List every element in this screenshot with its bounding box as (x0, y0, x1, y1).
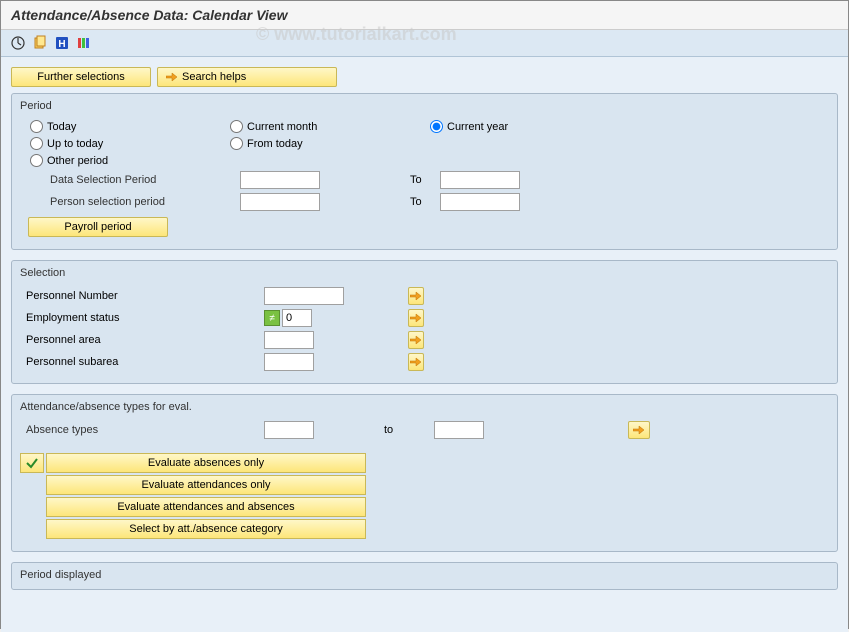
period-displayed-title: Period displayed (20, 567, 829, 583)
period-radio-row-3: Other period (20, 152, 829, 169)
radio-from-today[interactable]: From today (220, 137, 303, 150)
eval-active-check[interactable] (20, 453, 44, 473)
to-label-3: to (314, 424, 434, 436)
employment-status-input[interactable] (282, 309, 312, 327)
payroll-period-label: Payroll period (64, 221, 131, 233)
radio-up-to-today[interactable]: Up to today (20, 137, 103, 150)
arrow-right-icon (410, 335, 422, 345)
absence-types-from-input[interactable] (264, 421, 314, 439)
period-groupbox: Period Today Current month Current year … (11, 93, 838, 250)
radio-current-month[interactable]: Current month (220, 120, 317, 133)
search-helps-label: Search helps (182, 71, 246, 83)
content-area: Further selections Search helps Period T… (1, 57, 848, 632)
color-legend-icon[interactable] (75, 34, 93, 52)
person-selection-to-input[interactable] (440, 193, 520, 211)
personnel-number-row: Personnel Number (20, 285, 829, 307)
evaluate-absences-only-button[interactable]: Evaluate absences only (46, 453, 366, 473)
employment-status-label: Employment status (20, 312, 264, 324)
evaluate-att-and-abs-button[interactable]: Evaluate attendances and absences (46, 497, 366, 517)
personnel-number-multi-button[interactable] (408, 287, 424, 305)
selection-groupbox: Selection Personnel Number Employment st… (11, 260, 838, 384)
personnel-area-multi-button[interactable] (408, 331, 424, 349)
info-icon[interactable]: H (53, 34, 71, 52)
personnel-number-input[interactable] (264, 287, 344, 305)
period-radio-row-1: Today Current month Current year (20, 118, 829, 135)
arrow-right-icon (166, 72, 178, 82)
data-selection-from-input[interactable] (240, 171, 320, 189)
absence-types-multi-button[interactable] (628, 421, 650, 439)
evaluate-attendances-only-button[interactable]: Evaluate attendances only (46, 475, 366, 495)
period-title: Period (20, 98, 829, 114)
title-bar: Attendance/Absence Data: Calendar View (1, 1, 848, 30)
to-label-2: To (390, 196, 440, 208)
personnel-area-input[interactable] (264, 331, 314, 349)
further-selections-label: Further selections (37, 71, 124, 83)
employment-status-multi-button[interactable] (408, 309, 424, 327)
payroll-period-row: Payroll period (20, 213, 829, 239)
execute-icon[interactable] (9, 34, 27, 52)
page-title: Attendance/Absence Data: Calendar View (11, 7, 838, 23)
check-icon (25, 456, 39, 470)
person-selection-from-input[interactable] (240, 193, 320, 211)
not-equal-icon[interactable]: ≠ (264, 310, 280, 326)
payroll-period-button[interactable]: Payroll period (28, 217, 168, 237)
arrow-right-icon (410, 291, 422, 301)
eval-groupbox: Attendance/absence types for eval. Absen… (11, 394, 838, 552)
variant-icon[interactable] (31, 34, 49, 52)
personnel-subarea-multi-button[interactable] (408, 353, 424, 371)
to-label-1: To (390, 174, 440, 186)
data-selection-period-label: Data Selection Period (20, 174, 240, 186)
arrow-right-icon (410, 313, 422, 323)
person-selection-period-row: Person selection period To (20, 191, 829, 213)
period-displayed-groupbox: Period displayed (11, 562, 838, 590)
further-selections-button[interactable]: Further selections (11, 67, 151, 87)
arrow-right-icon (410, 357, 422, 367)
data-selection-period-row: Data Selection Period To (20, 169, 829, 191)
svg-text:H: H (58, 39, 65, 50)
search-helps-button[interactable]: Search helps (157, 67, 337, 87)
eval-buttons: Evaluate absences only Evaluate attendan… (20, 453, 829, 539)
personnel-subarea-label: Personnel subarea (20, 356, 264, 368)
top-button-row: Further selections Search helps (11, 67, 838, 87)
arrow-right-icon (633, 425, 645, 435)
selection-title: Selection (20, 265, 829, 281)
personnel-area-row: Personnel area (20, 329, 829, 351)
toolbar: H © www.tutorialkart.com (1, 30, 848, 57)
eval-title: Attendance/absence types for eval. (20, 399, 829, 415)
personnel-subarea-input[interactable] (264, 353, 314, 371)
person-selection-period-label: Person selection period (20, 196, 240, 208)
radio-current-year[interactable]: Current year (420, 120, 508, 133)
eval-row-3: Evaluate attendances and absences (20, 497, 829, 517)
period-radio-row-2: Up to today From today (20, 135, 829, 152)
personnel-subarea-row: Personnel subarea (20, 351, 829, 373)
select-by-category-button[interactable]: Select by att./absence category (46, 519, 366, 539)
radio-other-period[interactable]: Other period (20, 154, 108, 167)
personnel-number-label: Personnel Number (20, 290, 264, 302)
absence-types-row: Absence types to (20, 419, 829, 441)
radio-today[interactable]: Today (20, 120, 76, 133)
employment-status-row: Employment status ≠ (20, 307, 829, 329)
personnel-area-label: Personnel area (20, 334, 264, 346)
data-selection-to-input[interactable] (440, 171, 520, 189)
eval-row-2: Evaluate attendances only (20, 475, 829, 495)
absence-types-label: Absence types (20, 424, 264, 436)
absence-types-to-input[interactable] (434, 421, 484, 439)
eval-row-1: Evaluate absences only (20, 453, 829, 473)
eval-row-4: Select by att./absence category (20, 519, 829, 539)
